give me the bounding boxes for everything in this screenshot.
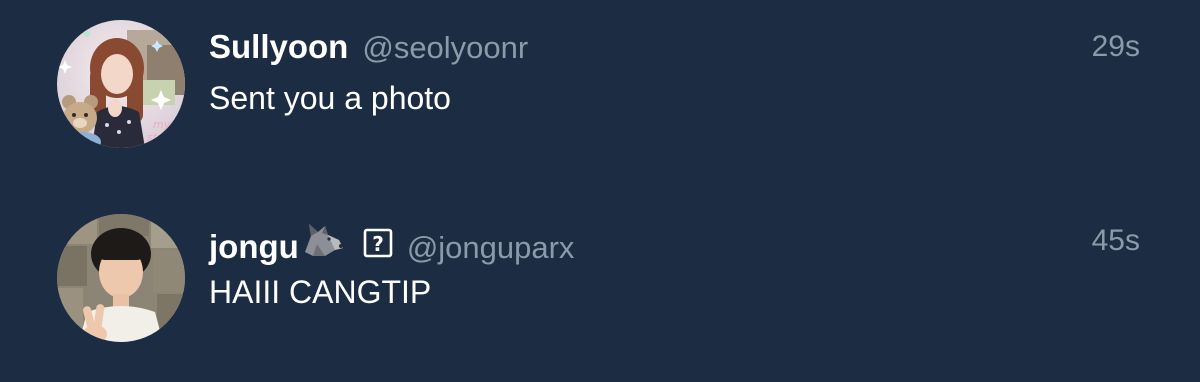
display-name: Sullyoon [209, 28, 349, 65]
wolf-emoji-icon [301, 222, 345, 258]
message-preview: Sent you a photo [209, 80, 451, 116]
display-name: jongu [209, 228, 299, 265]
conversation-header: jongu ? @jonguparx [209, 222, 574, 266]
avatar[interactable]: my star [57, 20, 185, 148]
conversation-header: Sullyoon @seolyoonr [209, 28, 528, 72]
message-preview: HAIII CANGTIP [209, 274, 432, 310]
avatar[interactable] [57, 214, 185, 342]
message-list: my star Sullyoon @seolyoonr 29s Sent you… [0, 0, 1200, 382]
user-handle: @jonguparx [406, 230, 575, 265]
user-handle: @seolyoonr [362, 30, 529, 65]
svg-text:star: star [147, 131, 170, 144]
timestamp: 29s [1091, 30, 1140, 63]
timestamp: 45s [1091, 224, 1140, 257]
conversation-row[interactable]: my star Sullyoon @seolyoonr 29s Sent you… [0, 18, 1200, 168]
svg-text:my: my [153, 118, 171, 131]
svg-text:?: ? [372, 232, 384, 256]
conversation-row[interactable]: jongu ? @jonguparx 45s HAIII CANGTIP [0, 212, 1200, 362]
unknown-character-icon: ? [363, 228, 393, 258]
